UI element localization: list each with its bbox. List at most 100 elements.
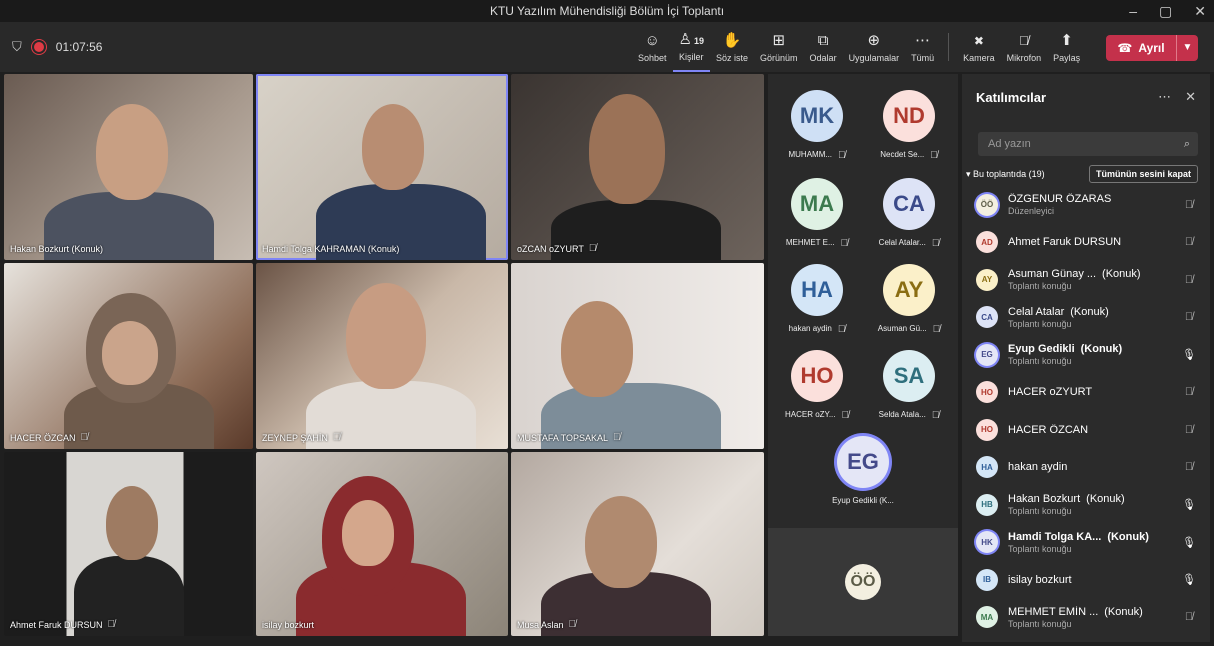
participant-row[interactable]: HA hakan aydin 🎙̸ xyxy=(962,449,1210,487)
participant-row[interactable]: HO HACER oZYURT 🎙̸ xyxy=(962,374,1210,412)
participant-row[interactable]: CA Celal Atalar (Konuk) Toplantı konuğu 🎙̸ xyxy=(962,299,1210,337)
avatar-label: hakan aydin xyxy=(788,324,832,333)
mic-off-icon[interactable]: 🎙̸ xyxy=(1182,274,1196,286)
close-icon[interactable]: ✕ xyxy=(1194,3,1206,20)
mic-off-icon: 🎙̸ xyxy=(80,432,89,443)
avatar: AD xyxy=(976,231,998,254)
participant-role: Toplantı konuğu xyxy=(1008,543,1072,554)
chat-button[interactable]: ☺ Sohbet xyxy=(632,22,673,72)
video-tile[interactable]: ZEYNEP ŞAHİN 🎙̸ xyxy=(256,263,508,449)
mic-off-icon: 🎙̸ xyxy=(588,243,597,254)
avatar-tile[interactable]: MA MEHMET E... 🎙̸ xyxy=(772,178,862,249)
avatar-label: Selda Atala... xyxy=(878,410,926,419)
mic-off-icon[interactable]: 🎙̸ xyxy=(1182,461,1196,473)
participant-row[interactable]: HO HACER ÖZCAN 🎙̸ xyxy=(962,411,1210,449)
self-video-tile[interactable]: ÖÖ xyxy=(768,528,958,636)
video-tile[interactable]: MUSTAFA TOPSAKAL 🎙̸ xyxy=(511,263,764,449)
mic-off-icon[interactable]: 🎙̸ xyxy=(1182,199,1196,211)
minimize-icon[interactable]: – xyxy=(1129,3,1137,19)
avatar-tile[interactable]: HO HACER oZY... 🎙̸ xyxy=(772,350,862,421)
participant-row[interactable]: AY Asuman Günay ... (Konuk) Toplantı konuğu… xyxy=(962,261,1210,299)
mic-off-icon[interactable]: 🎙̸ xyxy=(1182,611,1196,623)
mic-off-icon: 🎙̸ xyxy=(931,410,940,421)
guest-tag: (Konuk) xyxy=(1107,530,1149,543)
video-tile[interactable]: Hakan Bozkurt (Konuk) xyxy=(4,74,253,260)
more-icon: ⋯ xyxy=(915,31,931,49)
avatar: HB xyxy=(976,493,998,516)
raise-hand-button[interactable]: ✋ Söz iste xyxy=(710,22,754,72)
leave-button[interactable]: ☎ Ayrıl ▼ xyxy=(1106,35,1198,61)
apps-button[interactable]: ⊕ Uygulamalar xyxy=(843,22,906,72)
avatar-tile[interactable]: CA Celal Atalar... 🎙̸ xyxy=(864,178,954,249)
avatar-label: MUHAMM... xyxy=(788,150,833,159)
mic-off-icon[interactable]: 🎙̸ xyxy=(1182,386,1196,398)
guest-tag: (Konuk) xyxy=(1104,605,1143,618)
mic-off-icon[interactable]: 🎙̸ xyxy=(1182,424,1196,436)
close-panel-icon[interactable]: ✕ xyxy=(1185,89,1196,105)
mic-off-icon: 🎙̸ xyxy=(568,619,577,630)
participant-row[interactable]: MA MEHMET EMİN ... (Konuk) Toplantı konuğu 🎙… xyxy=(962,599,1210,637)
avatar: HA xyxy=(976,456,998,479)
video-tile[interactable]: isilay bozkurt xyxy=(256,452,508,636)
participant-name: Eyup Gedikli xyxy=(1008,343,1075,356)
guest-tag: (Konuk) xyxy=(1086,493,1125,506)
participant-row[interactable]: HK Hamdi Tolga KA... (Konuk) Toplantı konuğ… xyxy=(962,524,1210,562)
hand-icon: ✋ xyxy=(722,31,742,49)
chevron-down-icon[interactable]: ▼ xyxy=(1176,35,1198,61)
share-button[interactable]: ⬆ Paylaş xyxy=(1047,22,1086,72)
mic-on-icon[interactable]: 🎙 xyxy=(1182,498,1196,511)
participant-name: hakan aydin xyxy=(1008,461,1068,474)
more-options-icon[interactable]: ⋯ xyxy=(1158,89,1171,105)
participant-row[interactable]: HB Hakan Bozkurt (Konuk) Toplantı konuğu 🎙 xyxy=(962,486,1210,524)
phone-hangup-icon: ☎ xyxy=(1117,41,1133,55)
avatar-label: Asuman Gü... xyxy=(877,324,927,333)
participant-row[interactable]: ÖÖ ÖZGENUR ÖZARAS Düzenleyici 🎙̸ xyxy=(962,186,1210,224)
participant-name: Ahmet Faruk DURSUN xyxy=(10,619,103,630)
avatar-tile[interactable]: SA Selda Atala... 🎙̸ xyxy=(864,350,954,421)
mic-off-icon[interactable]: 🎙̸ xyxy=(1182,311,1196,323)
mic-on-icon[interactable]: 🎙 xyxy=(1182,348,1196,361)
avatar: SA xyxy=(883,350,935,402)
participant-search-input[interactable]: Ad yazın ⌕ xyxy=(978,132,1198,156)
in-meeting-section: ▾ Bu toplantıda (19) Tümünün sesini kapa… xyxy=(962,162,1210,186)
video-tile[interactable]: oZCAN oZYURT 🎙̸ xyxy=(511,74,764,260)
participant-row[interactable]: IB isilay bozkurt 🎙 xyxy=(962,561,1210,599)
video-tile[interactable]: HACER ÖZCAN 🎙̸ xyxy=(4,263,253,449)
avatar-tile[interactable]: MK MUHAMM... 🎙̸ xyxy=(772,90,862,161)
avatar: ÖÖ xyxy=(845,564,881,600)
people-button[interactable]: ♙ 19 Kişiler xyxy=(672,22,710,72)
view-button[interactable]: ⊞ Görünüm xyxy=(754,22,804,72)
avatar-tile[interactable]: EG Eyup Gedikli (K... xyxy=(818,436,908,505)
mic-off-icon[interactable]: 🎙̸ xyxy=(1182,236,1196,248)
mic-on-icon[interactable]: 🎙 xyxy=(1182,573,1196,586)
participant-name: Hamdi Tolga KA... xyxy=(1008,530,1102,543)
participant-name: MEHMET EMİN ... xyxy=(1008,605,1099,618)
avatar: ÖÖ xyxy=(976,193,998,216)
mic-on-icon[interactable]: 🎙 xyxy=(1182,536,1196,549)
avatar-tile[interactable]: AY Asuman Gü... 🎙̸ xyxy=(864,264,954,335)
participant-name: Ahmet Faruk DURSUN xyxy=(1008,236,1122,249)
participant-name: Musa Aslan xyxy=(517,619,564,630)
avatar: AY xyxy=(976,268,998,291)
video-tile[interactable]: Musa Aslan 🎙̸ xyxy=(511,452,764,636)
mute-all-button[interactable]: Tümünün sesini kapat xyxy=(1088,165,1198,183)
avatar-tile[interactable]: HA hakan aydin 🎙̸ xyxy=(772,264,862,335)
participant-name: Hakan Bozkurt xyxy=(1008,493,1081,506)
participant-row[interactable]: EG Eyup Gedikli (Konuk) Toplantı konuğu 🎙 xyxy=(962,336,1210,374)
more-button[interactable]: ⋯ Tümü xyxy=(905,22,940,72)
video-tile[interactable]: Hamdi Tolga KAHRAMAN (Konuk) xyxy=(256,74,508,260)
avatar-label: Eyup Gedikli (K... xyxy=(832,496,894,505)
rooms-button[interactable]: ⧉ Odalar xyxy=(804,22,843,72)
people-icon: ♙ xyxy=(678,30,692,48)
camera-button[interactable]: ✖ Kamera xyxy=(957,22,1001,72)
section-label: Bu toplantıda (19) xyxy=(973,168,1045,179)
title-bar: KTU Yazılım Mühendisliği Bölüm İçi Topla… xyxy=(0,0,1214,22)
video-tile[interactable]: Ahmet Faruk DURSUN 🎙̸ xyxy=(4,452,253,636)
mic-off-icon: 🎙̸ xyxy=(107,619,116,630)
avatar: HO xyxy=(976,418,998,441)
maximize-icon[interactable]: ▢ xyxy=(1159,3,1172,20)
mic-button[interactable]: 🎙̸ Mikrofon xyxy=(1001,22,1048,72)
avatar-tile[interactable]: ND Necdet Se... 🎙̸ xyxy=(864,90,954,161)
avatar: MK xyxy=(791,90,843,142)
participant-row[interactable]: AD Ahmet Faruk DURSUN 🎙̸ xyxy=(962,224,1210,262)
